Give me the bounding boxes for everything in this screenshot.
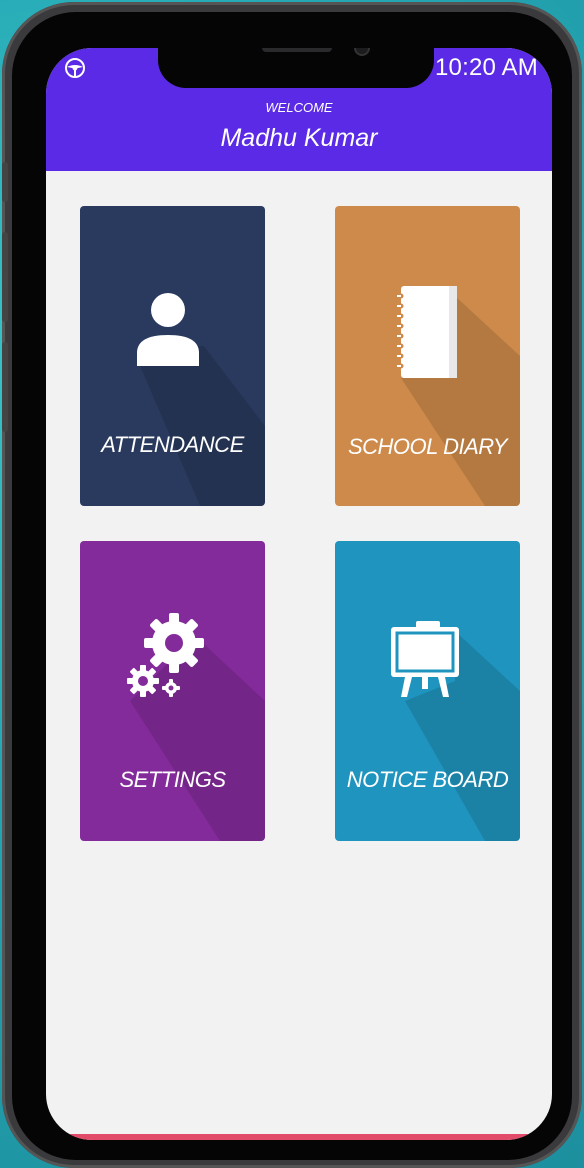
attendance-label: ATTENDANCE	[101, 432, 244, 457]
phone-side-button	[2, 162, 8, 202]
school-diary-label: SCHOOL DIARY	[347, 434, 508, 459]
phone-volume-button	[2, 342, 8, 432]
steering-wheel-icon	[65, 58, 85, 78]
attendance-tile[interactable]: ATTENDANCE	[80, 206, 265, 506]
user-icon	[137, 293, 265, 506]
app-screen: 10:20 AM WELCOME Madhu Kumar ATTENDANCE	[46, 48, 552, 1140]
notice-board-label: NOTICE BOARD	[346, 767, 509, 792]
notebook-icon	[397, 286, 520, 506]
user-name: Madhu Kumar	[220, 124, 378, 152]
notice-board-tile[interactable]: NOTICE BOARD	[335, 541, 520, 841]
settings-label: SETTINGS	[119, 767, 226, 792]
earpiece-speaker	[262, 48, 332, 52]
school-diary-tile[interactable]: SCHOOL DIARY	[335, 206, 520, 506]
settings-tile[interactable]: SETTINGS	[80, 541, 265, 841]
page-background: 10:20 AM WELCOME Madhu Kumar ATTENDANCE	[0, 0, 584, 1168]
phone-notch	[158, 48, 434, 88]
phone-volume-button	[2, 232, 8, 322]
front-camera	[354, 48, 370, 56]
easel-board-icon	[391, 621, 520, 841]
status-time: 10:20 AM	[434, 54, 538, 81]
gears-icon	[127, 613, 265, 841]
welcome-label: WELCOME	[265, 100, 333, 115]
bottom-accent-bar	[46, 1134, 552, 1140]
